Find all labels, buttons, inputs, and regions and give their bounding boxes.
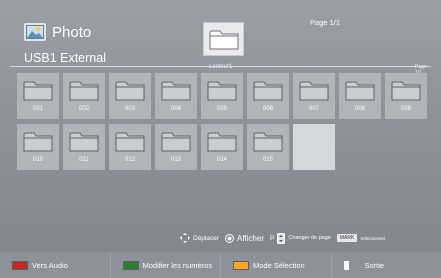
exit-button[interactable]: Sortie	[331, 252, 441, 278]
hint-show: Afficher	[225, 233, 264, 243]
folder-icon	[299, 81, 329, 101]
hint-select: MARK Sélectionner	[336, 234, 386, 242]
folder-item[interactable]: 012	[109, 124, 151, 170]
folder-item[interactable]: 013	[155, 124, 197, 170]
folder-item[interactable]: 009	[385, 73, 427, 119]
red-key-icon	[12, 260, 28, 270]
folder-icon	[207, 81, 237, 101]
folder-icon	[69, 132, 99, 152]
page-key-label: P	[270, 234, 275, 242]
folder-item[interactable]: 010	[17, 124, 59, 170]
folder-label: 008	[354, 106, 365, 112]
folder-label: 009	[400, 106, 411, 112]
folder-item[interactable]: 015	[247, 124, 289, 170]
device-label: USB1 External	[24, 51, 106, 65]
color-key-bar: Vers Audio Modifier les numéros Mode Sél…	[0, 252, 441, 278]
hint-page-label: Changer de page	[288, 235, 331, 241]
folder-item[interactable]: 003	[109, 73, 151, 119]
folder-label: 004	[170, 106, 181, 112]
hint-bar: Déplacer Afficher P Changer de page MARK…	[180, 232, 391, 244]
folder-item[interactable]: 014	[201, 124, 243, 170]
exit-label: Sortie	[364, 260, 385, 270]
selection-mode-label: Mode Sélection	[253, 260, 305, 270]
folder-item[interactable]: 001	[17, 73, 59, 119]
folder-icon	[345, 81, 375, 101]
hint-move-label: Déplacer	[193, 234, 220, 242]
folder-item[interactable]: 004	[155, 73, 197, 119]
hint-move: Déplacer	[180, 233, 219, 243]
screen: Photo USB1 External Page 1/1 Lecteur1 Pa…	[0, 0, 441, 278]
yellow-key-icon	[233, 260, 249, 270]
folder-item[interactable]: 005	[201, 73, 243, 119]
folder-label: 005	[216, 106, 227, 112]
folder-item[interactable]: 006	[247, 73, 289, 119]
folder-label: 003	[124, 106, 135, 112]
to-audio-label: Vers Audio	[32, 260, 68, 270]
folder-label: 013	[170, 157, 181, 163]
folder-item[interactable]: 008	[339, 73, 381, 119]
empty-slot	[293, 124, 335, 170]
hint-page: P Changer de page	[270, 232, 331, 244]
mark-key-badge: MARK	[336, 234, 358, 242]
ok-icon	[225, 233, 235, 243]
folder-icon	[253, 81, 283, 101]
folder-icon	[115, 132, 145, 152]
folder-icon	[115, 81, 145, 101]
folder-label: 012	[124, 157, 135, 163]
to-audio-button[interactable]: Vers Audio	[0, 252, 111, 278]
folder-label: 010	[32, 157, 43, 163]
page-indicator-top: Page 1/1	[310, 18, 341, 27]
current-folder-icon	[203, 22, 244, 56]
folder-icon	[391, 81, 421, 101]
folder-label: 011	[79, 157, 89, 163]
header-bar: Photo USB1 External Page 1/1 Lecteur1 Pa…	[10, 9, 431, 76]
move-arrows-icon	[180, 233, 190, 243]
reader-label: Lecteur1	[209, 64, 233, 70]
folder-label: 015	[262, 157, 273, 163]
page-updown-icon	[277, 232, 286, 244]
edit-numbers-label: Modifier les numéros	[142, 260, 213, 270]
folder-icon	[161, 132, 191, 152]
photo-icon	[24, 23, 46, 41]
folder-icon	[207, 132, 237, 152]
folder-icon	[23, 81, 53, 101]
app-title: Photo	[52, 23, 92, 41]
hint-show-label: Afficher	[237, 233, 264, 243]
folder-label: 006	[262, 106, 273, 112]
folder-icon	[23, 132, 53, 152]
divider	[10, 66, 431, 67]
folder-label: 001	[32, 106, 43, 112]
app-title-group: Photo	[24, 21, 91, 43]
selection-mode-button[interactable]: Mode Sélection	[221, 252, 332, 278]
folder-icon	[161, 81, 191, 101]
folder-icon	[253, 132, 283, 152]
hint-select-label: Sélectionner	[360, 235, 386, 241]
folder-label: 014	[216, 157, 227, 163]
folder-label: 002	[78, 106, 89, 112]
exit-icon	[343, 260, 349, 270]
folder-item[interactable]: 002	[63, 73, 105, 119]
folder-label: 007	[308, 106, 319, 112]
folder-item[interactable]: 007	[293, 73, 335, 119]
green-key-icon	[122, 260, 139, 270]
folder-item[interactable]: 011	[63, 124, 105, 170]
folder-icon	[69, 81, 99, 101]
edit-numbers-button[interactable]: Modifier les numéros	[110, 252, 221, 278]
